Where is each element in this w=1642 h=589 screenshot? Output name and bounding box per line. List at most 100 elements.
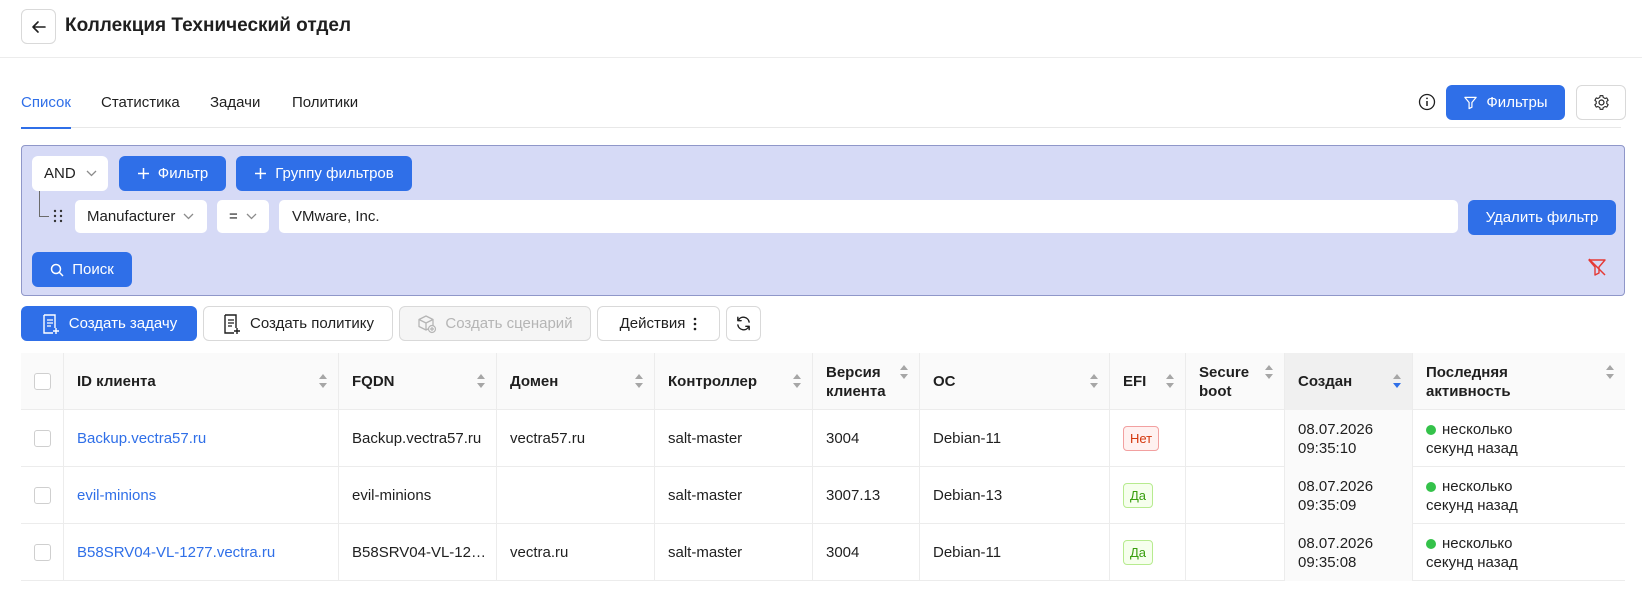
- column-label-line: boot: [1199, 382, 1232, 400]
- cell-version: 3007.13: [813, 467, 920, 524]
- sort-icon: [319, 374, 327, 388]
- page-header: Коллекция Технический отдел: [0, 0, 1642, 58]
- select-all-checkbox[interactable]: [34, 373, 51, 390]
- cell-domain: [497, 467, 655, 524]
- table-row[interactable]: evil-minions evil-minions salt-master 30…: [21, 467, 1625, 524]
- cube-add-icon: [418, 314, 437, 333]
- created-date: 08.07.2026: [1298, 535, 1374, 552]
- filters-button[interactable]: Фильтры: [1446, 85, 1565, 120]
- refresh-button[interactable]: [726, 306, 761, 341]
- cell-secure-boot: [1186, 524, 1285, 581]
- row-checkbox[interactable]: [34, 430, 51, 447]
- column-label-line: активность: [1426, 382, 1511, 400]
- create-scenario-button[interactable]: Создать сценарий: [399, 306, 591, 341]
- column-label-line: Версия: [826, 363, 881, 381]
- create-task-button[interactable]: Создать задачу: [21, 306, 197, 341]
- filter-icon: [1464, 96, 1478, 110]
- info-icon[interactable]: [1418, 93, 1436, 111]
- column-client-id[interactable]: ID клиента: [64, 353, 339, 410]
- search-icon: [50, 263, 64, 277]
- column-label: Контроллер: [668, 373, 758, 390]
- column-secure-boot[interactable]: Secure boot: [1186, 353, 1285, 410]
- client-id-link[interactable]: B58SRV04-VL-1277.vectra.ru: [77, 543, 275, 562]
- filter-operator-select[interactable]: =: [217, 200, 269, 233]
- column-domain[interactable]: Домен: [497, 353, 655, 410]
- online-status-dot: [1426, 539, 1436, 550]
- cell-last-activity: несколько секунд назад: [1413, 410, 1625, 467]
- created-time: 09:35:09: [1298, 497, 1357, 514]
- cell-secure-boot: [1186, 410, 1285, 467]
- plus-icon: [255, 168, 267, 179]
- column-label-line: Secure: [1199, 363, 1250, 381]
- sort-icon: [900, 365, 908, 379]
- column-os[interactable]: ОС: [920, 353, 1110, 410]
- search-button[interactable]: Поиск: [32, 252, 132, 287]
- filter-value-input[interactable]: [279, 200, 1458, 233]
- column-controller[interactable]: Контроллер: [655, 353, 813, 410]
- sort-icon: [793, 374, 801, 388]
- settings-button[interactable]: [1576, 85, 1626, 120]
- client-id-link[interactable]: evil-minions: [77, 486, 156, 505]
- cell-controller: salt-master: [655, 410, 813, 467]
- clear-filter-icon[interactable]: [1586, 256, 1608, 278]
- filters-label: Фильтры: [1486, 94, 1548, 111]
- page-title: Коллекция Технический отдел: [65, 15, 352, 36]
- column-last-activity[interactable]: Последняя активность: [1413, 353, 1625, 410]
- row-checkbox[interactable]: [34, 544, 51, 561]
- filter-builder-panel: AND Фильтр Группу фильтров Manufacturer …: [21, 145, 1625, 296]
- tabs-bar: Список Статистика Задачи Политики: [21, 86, 1621, 129]
- cell-version: 3004: [813, 524, 920, 581]
- cell-client-id: Backup.vectra57.ru: [64, 410, 339, 467]
- activity-text: секунд назад: [1426, 440, 1518, 457]
- column-label: ОС: [933, 373, 956, 390]
- row-select-cell: [21, 467, 64, 524]
- column-fqdn[interactable]: FQDN: [339, 353, 497, 410]
- cell-created: 08.07.2026 09:35:10: [1285, 410, 1413, 467]
- tab-list[interactable]: Список: [21, 94, 71, 129]
- cell-efi: Нет: [1110, 410, 1186, 467]
- created-date: 08.07.2026: [1298, 478, 1374, 495]
- logic-select[interactable]: AND: [32, 156, 108, 191]
- remove-filter-button[interactable]: Удалить фильтр: [1468, 200, 1616, 235]
- cell-fqdn: Backup.vectra57.ru: [339, 410, 497, 467]
- tab-policies[interactable]: Политики: [292, 94, 358, 127]
- column-efi[interactable]: EFI: [1110, 353, 1186, 410]
- actions-menu-button[interactable]: Действия: [597, 306, 720, 341]
- arrow-left-icon: [31, 20, 46, 33]
- gear-icon: [1593, 95, 1609, 110]
- sort-icon: [1265, 365, 1273, 379]
- row-checkbox[interactable]: [34, 487, 51, 504]
- cell-domain: vectra57.ru: [497, 410, 655, 467]
- filter-field-select[interactable]: Manufacturer: [75, 200, 207, 233]
- create-scenario-label: Создать сценарий: [445, 315, 573, 332]
- cell-fqdn: evil-minions: [339, 467, 497, 524]
- created-time: 09:35:10: [1298, 440, 1357, 457]
- cell-controller: salt-master: [655, 524, 813, 581]
- refresh-icon: [737, 316, 750, 331]
- table-row[interactable]: B58SRV04-VL-1277.vectra.ru B58SRV04-VL-1…: [21, 524, 1625, 581]
- cell-os: Debian-11: [920, 524, 1110, 581]
- column-created[interactable]: Создан: [1285, 353, 1413, 410]
- tab-tasks[interactable]: Задачи: [210, 94, 260, 127]
- drag-handle-icon[interactable]: [52, 209, 64, 223]
- cell-domain: vectra.ru: [497, 524, 655, 581]
- add-filter-button[interactable]: Фильтр: [119, 156, 226, 191]
- activity-text: несколько: [1442, 421, 1513, 438]
- add-filter-group-button[interactable]: Группу фильтров: [236, 156, 412, 191]
- sort-icon: [635, 374, 643, 388]
- cell-os: Debian-11: [920, 410, 1110, 467]
- cell-os: Debian-13: [920, 467, 1110, 524]
- column-label: Создан: [1298, 373, 1353, 390]
- back-button[interactable]: [21, 9, 56, 44]
- search-label: Поиск: [72, 261, 114, 278]
- client-id-link[interactable]: Backup.vectra57.ru: [77, 429, 206, 448]
- remove-filter-label: Удалить фильтр: [1485, 209, 1599, 226]
- tab-statistics[interactable]: Статистика: [101, 94, 180, 127]
- column-client-version[interactable]: Версия клиента: [813, 353, 920, 410]
- create-policy-button[interactable]: Создать политику: [203, 306, 393, 341]
- filter-field-value: Manufacturer: [87, 208, 176, 225]
- select-all-cell: [21, 353, 64, 410]
- row-select-cell: [21, 524, 64, 581]
- table-row[interactable]: Backup.vectra57.ru Backup.vectra57.ru ve…: [21, 410, 1625, 467]
- sort-icon: [1606, 365, 1614, 379]
